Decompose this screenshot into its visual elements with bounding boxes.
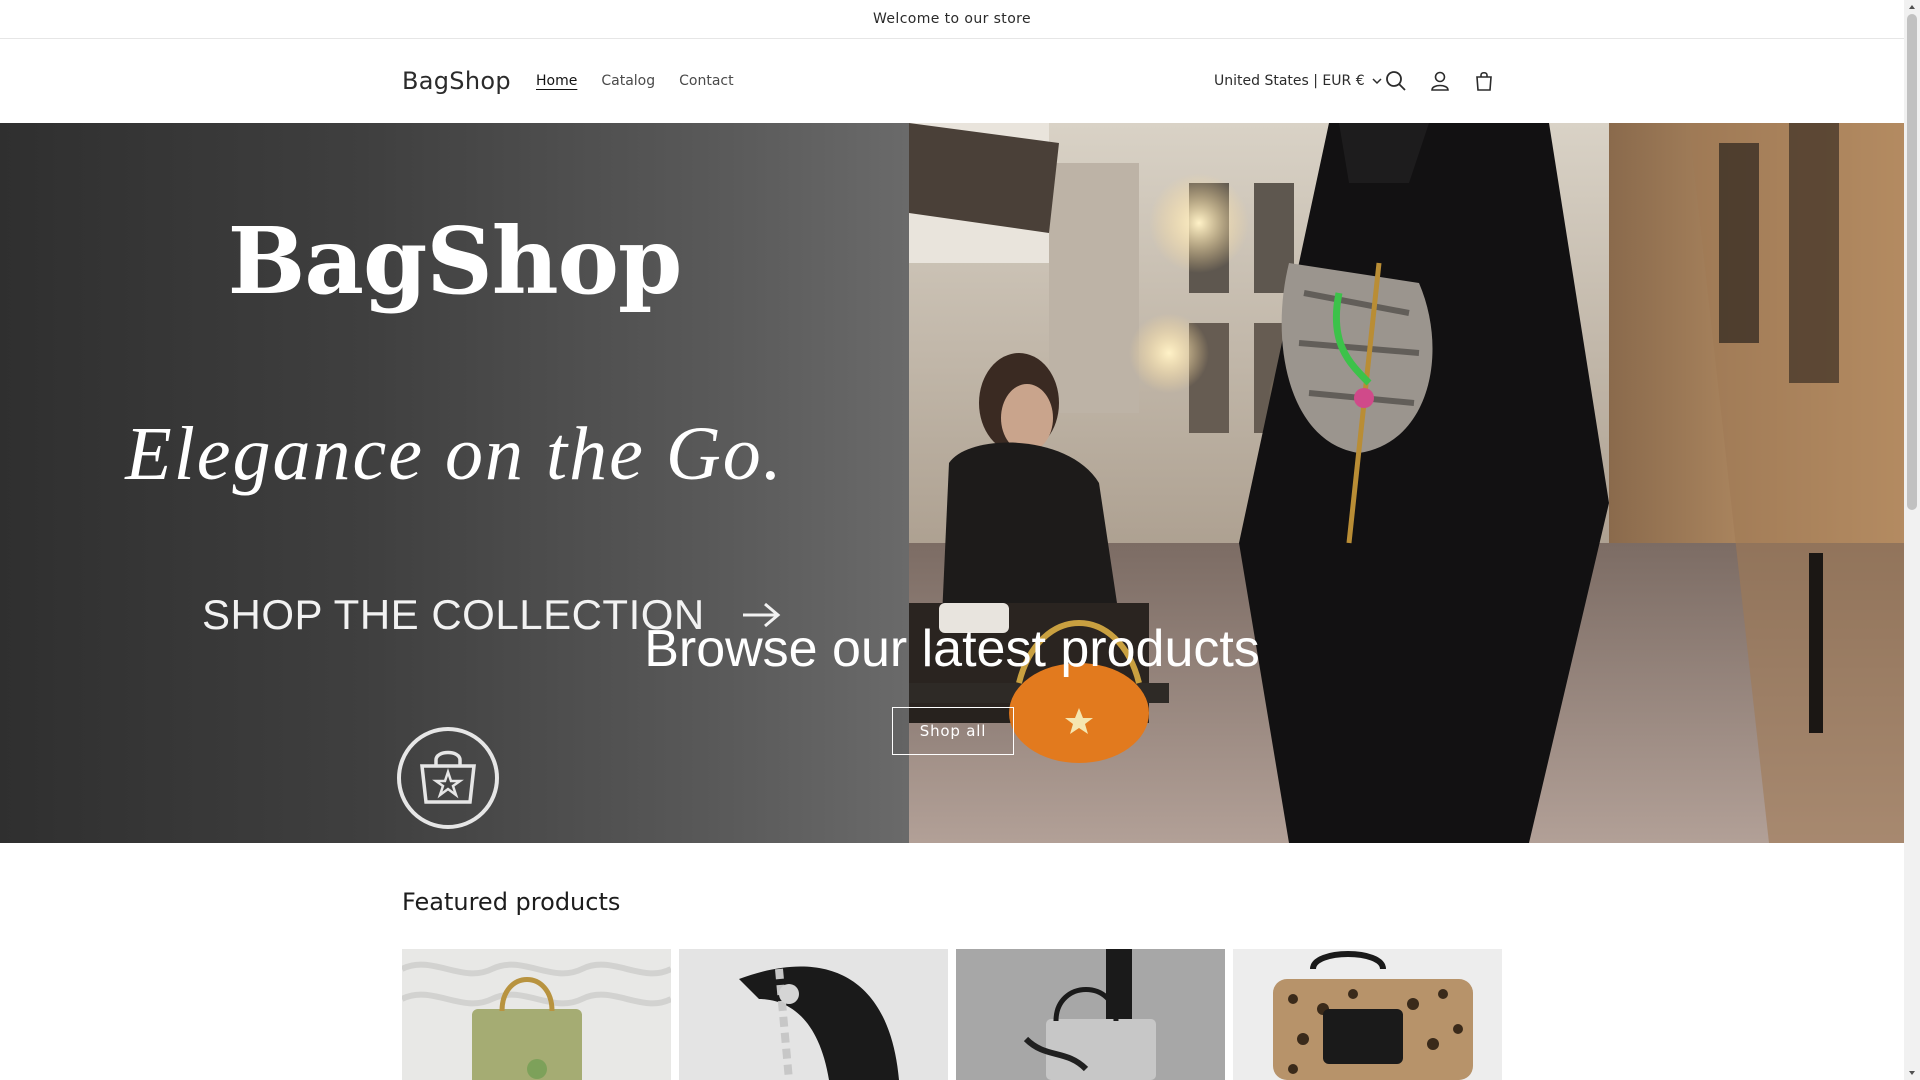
search-icon[interactable] xyxy=(1384,69,1408,93)
country-label: United States | EUR € xyxy=(1214,73,1365,89)
hero-left-panel: BagShop Elegance on the Go. SHOP THE COL… xyxy=(0,123,909,843)
site-logo[interactable]: BagShop xyxy=(402,67,511,95)
announcement-text: Welcome to our store xyxy=(872,11,1032,27)
shop-all-button[interactable]: Shop all xyxy=(892,707,1014,755)
site-header: BagShop Home Catalog Contact United Stat… xyxy=(0,39,1904,123)
nav-home[interactable]: Home xyxy=(536,73,577,89)
hero-brand: BagShop xyxy=(227,207,683,315)
hero-photo xyxy=(909,123,1904,843)
product-card[interactable] xyxy=(679,949,948,1080)
account-icon[interactable] xyxy=(1428,69,1452,93)
page-scrollbar[interactable] xyxy=(1904,0,1920,1080)
scroll-up-icon[interactable] xyxy=(1908,3,1916,11)
product-card[interactable] xyxy=(956,949,1225,1080)
cart-icon[interactable] xyxy=(1472,69,1496,93)
product-image xyxy=(402,949,671,1080)
shopping-bag-star-icon xyxy=(397,727,499,829)
nav-contact[interactable]: Contact xyxy=(679,73,733,89)
featured-products-title: Featured products xyxy=(402,888,621,916)
product-image xyxy=(956,949,1225,1080)
country-selector[interactable]: United States | EUR € xyxy=(1214,73,1383,89)
announcement-bar: Welcome to our store xyxy=(0,0,1904,39)
product-image xyxy=(679,949,948,1080)
product-card[interactable] xyxy=(1233,949,1502,1080)
hero-tagline: Elegance on the Go. xyxy=(125,412,784,496)
product-image xyxy=(1233,949,1502,1080)
hero-banner: BagShop Elegance on the Go. SHOP THE COL… xyxy=(0,123,1904,843)
scroll-down-icon[interactable] xyxy=(1908,1069,1916,1077)
street-scene-image xyxy=(909,123,1904,843)
chevron-down-icon xyxy=(1372,78,1382,85)
main-nav: Home Catalog Contact xyxy=(536,73,734,89)
product-card[interactable] xyxy=(402,949,671,1080)
scroll-thumb[interactable] xyxy=(1907,14,1917,510)
hero-heading: Browse our latest products xyxy=(644,620,1260,678)
nav-catalog[interactable]: Catalog xyxy=(601,73,655,89)
